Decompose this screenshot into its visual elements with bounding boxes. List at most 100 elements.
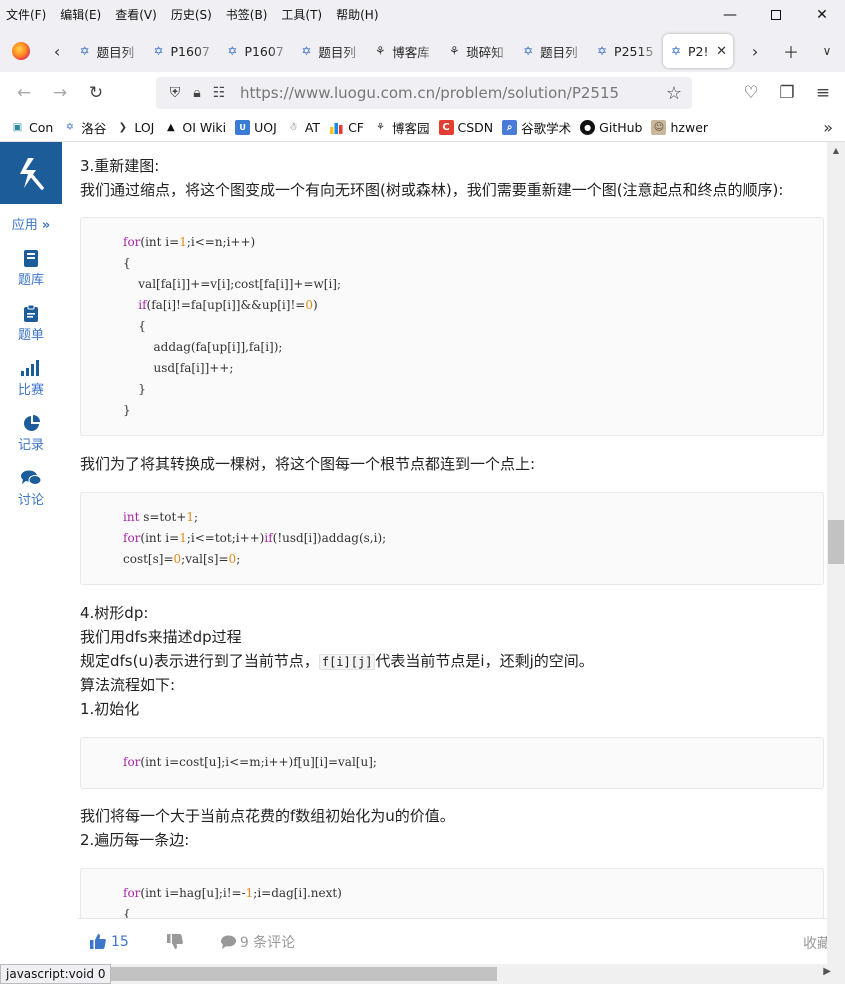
lock-icon[interactable]: 🔒︎	[186, 85, 208, 101]
sidebar-item-problem-lists[interactable]: 题单	[0, 302, 62, 343]
tab-strip: ‹ ✡ 题目列 ✡ P1607 ✡ P1607 ✡ 题目列 ⚘ 博客库 ⚘ 琐碎知 ✡ 题目列…	[0, 30, 845, 72]
sidebar-item-problems[interactable]: 题库	[0, 247, 62, 288]
bookmarks-bar: ▣ Con ✡ 洛谷 ❯ LOJ ▲ OI Wiki U UOJ ☃ AT CF ⚘ 博客园 …	[0, 114, 845, 142]
minimize-button[interactable]: —	[707, 0, 753, 30]
bookmark-loj[interactable]: ❯ LOJ	[115, 120, 155, 135]
tab-6[interactable]: ⚘ 琐碎知	[441, 34, 516, 68]
reload-button[interactable]: ↻	[78, 75, 114, 111]
minimize-icon: —	[723, 7, 737, 23]
luogu-logo-icon	[20, 158, 44, 190]
status-bar-link: javascript:void 0	[0, 964, 112, 984]
list-all-tabs-button[interactable]: ∨	[809, 30, 845, 72]
bookmark-csdn[interactable]: C CSDN	[438, 120, 493, 135]
tab-active[interactable]: ✡ P2! ✕	[662, 34, 734, 68]
github-icon: ●	[580, 120, 596, 135]
luogu-icon: ✡	[79, 44, 90, 58]
hamburger-icon: ≡	[815, 83, 831, 103]
toolbar-right: ♡ ❐ ≡	[733, 75, 841, 111]
pie-chart-icon	[0, 412, 62, 434]
uoj-icon: U	[235, 120, 251, 135]
horizontal-scrollbar[interactable]: ▶	[0, 964, 845, 984]
sidebar-item-discuss[interactable]: 讨论	[0, 467, 62, 508]
bookmarks-overflow-icon[interactable]: »	[823, 118, 833, 137]
bookmark-codeforces[interactable]: CF	[329, 120, 364, 135]
extensions-button[interactable]: ❐	[769, 75, 805, 111]
shield-icon[interactable]: ⛨	[164, 85, 186, 101]
like-button[interactable]: 15	[90, 934, 129, 950]
luogu-icon: ✡	[227, 44, 238, 58]
code-block-tree[interactable]: int s=tot+1; for(int i=1;i<=tot;i++)if(!…	[80, 492, 824, 585]
tab-scroll-left[interactable]: ‹	[43, 30, 72, 72]
reload-icon: ↻	[88, 83, 104, 103]
menu-history[interactable]: 历史(S)	[164, 5, 219, 25]
bookmark-github[interactable]: ● GitHub	[580, 120, 642, 135]
forward-button[interactable]: →	[42, 75, 78, 111]
menu-file[interactable]: 文件(F)	[0, 5, 53, 25]
bookmark-oi-wiki[interactable]: ▲ OI Wiki	[163, 120, 226, 135]
paragraph-dfs: 我们用dfs来描述dp过程	[80, 628, 242, 646]
menu-edit[interactable]: 编辑(E)	[53, 5, 108, 25]
loj-icon: ❯	[118, 122, 128, 133]
bar-chart-icon	[0, 357, 62, 379]
atcoder-icon: ☃	[288, 122, 298, 133]
scroll-up-icon[interactable]: ▲	[827, 142, 845, 159]
tab-scroll-right[interactable]: ›	[737, 30, 773, 72]
firefox-view-button[interactable]	[0, 30, 43, 72]
scroll-right-icon[interactable]: ▶	[823, 966, 831, 977]
close-window-button[interactable]: ✕	[799, 0, 845, 30]
code-block-init[interactable]: for(int i=cost[u];i<=m;i++)f[u][i]=val[u…	[80, 737, 824, 789]
tab-4[interactable]: ✡ 题目列	[293, 34, 368, 68]
pocket-button[interactable]: ♡	[733, 75, 769, 111]
paragraph-define: 规定dfs(u)表示进行到了当前节点， f[i][j] 代表当前节点是i，还剩j的空…	[80, 652, 594, 670]
code-block-rebuild[interactable]: for(int i=1;i<=n;i++) { val[fa[i]]+=v[i]…	[80, 217, 824, 436]
bookmark-hzwer[interactable]: ☺ hzwer	[651, 120, 708, 135]
close-tab-icon[interactable]: ✕	[716, 44, 727, 59]
sidebar-item-contests[interactable]: 比赛	[0, 357, 62, 398]
url-text[interactable]: https://www.luogu.com.cn/problem/solutio…	[240, 84, 619, 102]
chevron-down-icon: ∨	[822, 44, 832, 58]
bookmark-luogu[interactable]: ✡ 洛谷	[62, 118, 107, 137]
scholar-icon: ⌕	[502, 120, 518, 135]
dislike-button[interactable]	[166, 934, 183, 949]
arrow-left-icon: ←	[16, 83, 32, 103]
bookmark-atcoder[interactable]: ☃ AT	[286, 120, 320, 135]
avatar-icon: ☺	[651, 120, 667, 135]
tab-7[interactable]: ✡ 题目列	[515, 34, 589, 68]
menu-tools[interactable]: 工具(T)	[274, 5, 329, 25]
vertical-scrollbar[interactable]: ▲	[827, 142, 845, 964]
sidebar-apps[interactable]: 应用 »	[0, 214, 62, 233]
chevron-left-icon: ‹	[53, 41, 61, 61]
app-menu-button[interactable]: ≡	[805, 75, 841, 111]
menu-help[interactable]: 帮助(H)	[329, 5, 385, 25]
new-tab-button[interactable]: ＋	[773, 30, 809, 72]
url-bar[interactable]: ⛨ 🔒︎ ☷ https://www.luogu.com.cn/problem/…	[156, 77, 692, 109]
tab-1[interactable]: ✡ 题目列	[72, 34, 146, 68]
chat-icon	[0, 467, 62, 489]
bookmark-uoj[interactable]: U UOJ	[235, 120, 277, 135]
back-button[interactable]: ←	[6, 75, 42, 111]
book-icon	[0, 247, 62, 269]
tab-3[interactable]: ✡ P1607	[219, 34, 294, 68]
paragraph-tree: 我们为了将其转换成一棵树，将这个图每一个根节点都连到一个点上:	[80, 455, 536, 473]
tab-5[interactable]: ⚘ 博客库	[367, 34, 442, 68]
menu-bookmarks[interactable]: 书签(B)	[219, 5, 275, 25]
permissions-icon[interactable]: ☷	[208, 85, 230, 101]
bookmark-con[interactable]: ▣ Con	[10, 120, 54, 135]
comment-icon	[220, 935, 236, 949]
menu-view[interactable]: 查看(V)	[108, 5, 164, 25]
codeforces-icon	[329, 120, 344, 135]
cnblogs-icon: ⚘	[376, 122, 385, 133]
bookmark-scholar[interactable]: ⌕ 谷歌学术	[502, 118, 571, 137]
luogu-logo[interactable]	[0, 142, 62, 204]
close-icon: ✕	[816, 7, 828, 23]
maximize-button[interactable]	[753, 0, 799, 30]
luogu-icon: ✡	[153, 44, 164, 58]
tab-8[interactable]: ✡ P2515	[589, 34, 663, 68]
sidebar-item-records[interactable]: 记录	[0, 412, 62, 453]
vertical-scroll-thumb[interactable]	[828, 520, 844, 564]
tab-2[interactable]: ✡ P1607	[146, 34, 220, 68]
bookmark-cnblogs[interactable]: ⚘ 博客园	[373, 118, 430, 137]
bookmark-star-icon[interactable]: ☆	[666, 83, 682, 104]
comments-button[interactable]: 9 条评论	[220, 932, 295, 952]
firefox-icon	[12, 42, 31, 60]
